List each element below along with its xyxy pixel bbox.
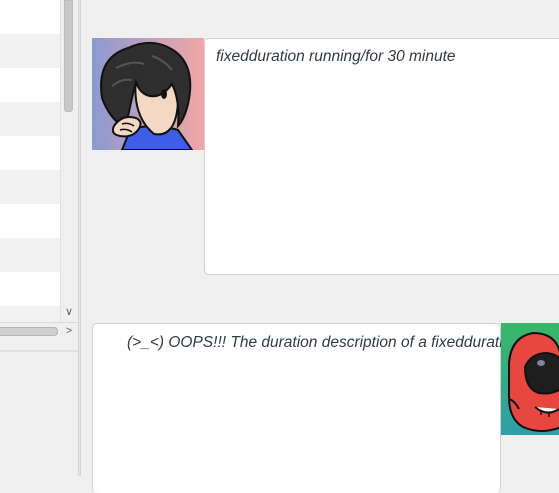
list-item[interactable]	[0, 68, 60, 102]
list-item[interactable]	[0, 204, 60, 238]
list-item[interactable]	[0, 136, 60, 170]
list-item[interactable]	[0, 34, 60, 68]
task-list[interactable]	[0, 0, 60, 322]
list-item[interactable]	[0, 170, 60, 204]
list-horizontal-scrollbar[interactable]: >	[0, 322, 78, 340]
vertical-scroll-thumb[interactable]	[64, 0, 73, 112]
list-item[interactable]	[0, 102, 60, 136]
pane-divider	[0, 350, 78, 352]
list-vertical-scrollbar[interactable]: ∨	[60, 0, 76, 322]
list-item[interactable]	[0, 306, 60, 322]
bot-message-bubble: (>_<) OOPS!!! The duration description o…	[92, 323, 501, 493]
scroll-down-arrow-icon[interactable]: ∨	[63, 306, 75, 318]
list-item[interactable]	[0, 272, 60, 306]
user-message-bubble: fixedduration running/for 30 minute	[204, 38, 559, 275]
scroll-right-arrow-icon[interactable]: >	[63, 324, 75, 338]
list-item[interactable]	[0, 0, 60, 34]
user-avatar-icon	[92, 38, 204, 150]
bot-avatar-icon	[501, 323, 559, 435]
user-message-text: fixedduration running/for 30 minute	[216, 48, 456, 65]
bot-message-text: (>_<) OOPS!!! The duration description o…	[127, 334, 501, 351]
horizontal-scroll-thumb[interactable]	[0, 327, 58, 336]
split-pane-divider[interactable]	[78, 0, 81, 476]
list-item[interactable]	[0, 238, 60, 272]
